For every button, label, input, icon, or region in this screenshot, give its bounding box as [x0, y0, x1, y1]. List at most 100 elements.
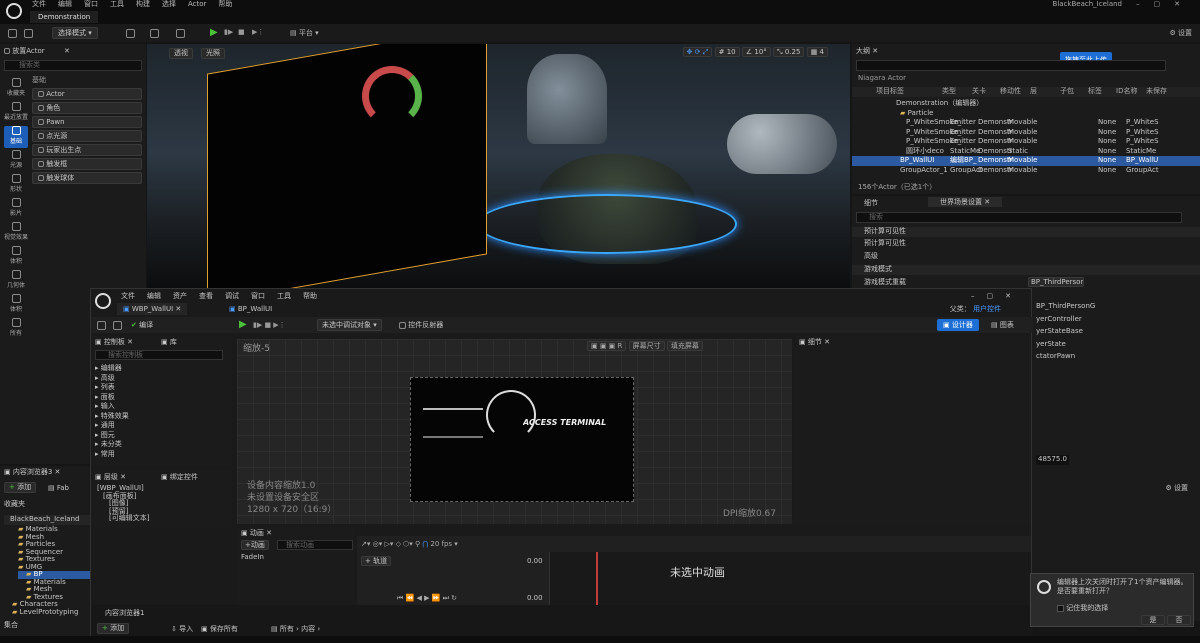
- remember-checkbox[interactable]: 记住我的选择: [1057, 603, 1108, 613]
- cb-add-button[interactable]: + 添加: [4, 482, 37, 493]
- umg-menu[interactable]: 文件 编辑 资产 查看 调试 窗口 工具 帮助: [121, 291, 329, 301]
- sidebar-recent[interactable]: 最近放置: [4, 102, 28, 124]
- window-controls[interactable]: –▢✕: [1136, 0, 1194, 8]
- play-button[interactable]: ▶: [210, 27, 218, 38]
- designer-canvas[interactable]: 缩放-5 ▣ ▣ ▣ R 屏幕尺寸 填充屏幕 ACCESS TERMINAL 设…: [237, 339, 792, 524]
- table-row[interactable]: P_WhiteSmoke_Emitter DemonstrMovable None P…: [852, 118, 1200, 128]
- actor-item[interactable]: 点光源: [32, 129, 142, 142]
- anim-tab[interactable]: ▣ 动画 ✕: [241, 528, 272, 538]
- save-icon[interactable]: [97, 321, 106, 330]
- library-tab[interactable]: ▣ 库: [161, 337, 177, 347]
- hierarchy-tab[interactable]: ▣ 层级 ✕: [95, 472, 126, 482]
- sidebar-lights[interactable]: 光源: [4, 150, 28, 172]
- actor-item[interactable]: 玩家出生点: [32, 143, 142, 156]
- no-button[interactable]: 否: [1167, 615, 1191, 625]
- section-header[interactable]: 预计算可见性: [852, 227, 1200, 237]
- play-options-icon[interactable]: ▶⋮: [252, 28, 264, 36]
- umg-play-controls[interactable]: ▮▶ ■ ▶⋮: [253, 320, 286, 330]
- sidebar-all[interactable]: 所有: [4, 318, 28, 340]
- browse-icon[interactable]: [113, 321, 122, 330]
- outliner-search[interactable]: [856, 60, 1166, 71]
- sub-row[interactable]: yerState: [1036, 340, 1096, 350]
- settings-button[interactable]: ⚙ 设置: [1169, 27, 1192, 39]
- viewport-tools[interactable]: ✥ ⟳ ⤢ # 10 ∠ 10° ⤡ 0.25 ▦ 4: [682, 47, 828, 59]
- playhead[interactable]: [596, 552, 598, 610]
- fab-button[interactable]: ▤ Fab: [48, 483, 69, 493]
- level-tab[interactable]: Demonstration: [30, 11, 99, 23]
- widget-reflector-button[interactable]: 控件反射器: [399, 320, 443, 330]
- sub-row[interactable]: yerController: [1036, 315, 1096, 325]
- actor-item[interactable]: 角色: [32, 101, 142, 114]
- folder-item[interactable]: ▰ LevelPrototyping: [12, 608, 90, 617]
- palette-category[interactable]: ▸ 常用: [95, 450, 223, 460]
- bind-widgets-tab[interactable]: ▣ 绑定控件: [161, 472, 198, 482]
- fps-dropdown[interactable]: 20 fps: [430, 540, 452, 548]
- debug-dropdown[interactable]: 未选中调试对象 ▾: [317, 319, 382, 331]
- palette-category[interactable]: ▸ 未分类: [95, 440, 223, 450]
- add-icon[interactable]: [126, 29, 135, 38]
- section-header[interactable]: 高级: [852, 252, 1200, 262]
- palette-category[interactable]: ▸ 高级: [95, 374, 223, 384]
- sub-row[interactable]: BP_ThirdPersonG: [1036, 302, 1096, 312]
- add-content-button[interactable]: + 添加: [97, 623, 130, 634]
- table-row[interactable]: 圆环小deco StaticMeDemonstrStatic None StaticM…: [852, 147, 1200, 157]
- sidebar-geometry[interactable]: 几何体: [4, 270, 28, 292]
- table-row[interactable]: Demonstration（编辑器）: [852, 99, 1200, 109]
- details-settings[interactable]: ⚙ 设置: [1165, 483, 1188, 493]
- sidebar-volumes-2[interactable]: 体积: [4, 294, 28, 316]
- timeline-area[interactable]: 未选中动画: [549, 552, 1031, 610]
- umg-details-tab[interactable]: ▣ 细节 ✕: [799, 337, 830, 347]
- world-settings-tab[interactable]: 世界场景设置 ✕: [928, 197, 1003, 207]
- sequencer-toolbar[interactable]: ↗▾ ◎▾ ▷▾ ◇ ⬡▾ ⚲ ⋂ 20 fps ▾: [361, 539, 458, 549]
- cinematic-icon[interactable]: [176, 29, 185, 38]
- actor-item[interactable]: 触发框: [32, 157, 142, 170]
- end-time-input[interactable]: 0.00: [527, 594, 543, 602]
- pause-button[interactable]: ▮▶: [224, 28, 233, 36]
- transport-controls[interactable]: ⏮ ⏪ ◀ ▶ ⏩ ⏭ ↻: [397, 593, 457, 603]
- content-browser-tab[interactable]: 内容浏览器1: [105, 608, 144, 618]
- palette-category[interactable]: ▸ 通用: [95, 421, 223, 431]
- designer-button[interactable]: ▣ 设计器: [937, 319, 979, 331]
- details-tab[interactable]: 细节: [864, 198, 878, 208]
- actor-item[interactable]: 触发球体: [32, 171, 142, 184]
- umg-window-controls[interactable]: –▢✕: [971, 291, 1023, 301]
- sidebar-cinematic[interactable]: 影片: [4, 198, 28, 220]
- palette-category[interactable]: ▸ 图元: [95, 431, 223, 441]
- sub-row[interactable]: ctatorPawn: [1036, 352, 1096, 362]
- add-animation-button[interactable]: +动画: [241, 540, 269, 550]
- gamemode-dropdown[interactable]: BP_ThirdPersonG: [1028, 277, 1084, 287]
- lit-button[interactable]: 光照: [201, 48, 225, 59]
- umg-tab-2[interactable]: ▣ BP_WallUI: [223, 303, 278, 315]
- table-row[interactable]: GroupActor_1 GroupActDemonstrMovable None G…: [852, 166, 1200, 176]
- graph-button[interactable]: ▤ 图表: [991, 320, 1014, 330]
- details-search[interactable]: 搜索: [856, 212, 1182, 223]
- widget-preview[interactable]: ACCESS TERMINAL: [410, 377, 634, 502]
- actor-item[interactable]: Actor: [32, 87, 142, 100]
- place-actors-search[interactable]: 搜索类: [4, 60, 142, 71]
- property-value[interactable]: 48575.0: [1036, 455, 1069, 465]
- platform-dropdown[interactable]: ▤ 平台 ▾: [290, 27, 319, 39]
- sidebar-vfx[interactable]: 视觉效果: [4, 222, 28, 244]
- sidebar-shapes[interactable]: 形状: [4, 174, 28, 196]
- unreal-logo-icon[interactable]: [6, 3, 22, 19]
- save-icon[interactable]: [8, 29, 17, 38]
- collections-section[interactable]: 集合: [4, 621, 18, 631]
- add-track-button[interactable]: + 轨道: [361, 556, 392, 566]
- section-header[interactable]: 游戏模式: [852, 265, 1200, 275]
- tree-item[interactable]: [可编辑文本]: [97, 514, 229, 523]
- palette-category[interactable]: ▸ 编辑器: [95, 364, 223, 374]
- palette-tab[interactable]: ▣ 控制板 ✕: [95, 337, 133, 347]
- palette-category[interactable]: ▸ 列表: [95, 383, 223, 393]
- close-icon[interactable]: ✕: [64, 46, 70, 56]
- import-button[interactable]: ⇩ 导入: [171, 624, 193, 634]
- table-row[interactable]: P_WhiteSmoke_Emitter DemonstrMovable None P…: [852, 137, 1200, 147]
- table-row[interactable]: ▰ Particle: [852, 109, 1200, 119]
- content-path[interactable]: ▤ 所有 › 内容 ›: [271, 624, 320, 634]
- stop-button[interactable]: ■: [238, 28, 245, 36]
- main-menu[interactable]: 文件 编辑 窗口 工具 构建 选择 Actor 帮助: [32, 0, 244, 9]
- table-row[interactable]: P_WhiteSmoke_Emitter DemonstrMovable None P…: [852, 128, 1200, 138]
- palette-category[interactable]: ▸ 面板: [95, 393, 223, 403]
- table-row-selected[interactable]: BP_WallUI 编辑BP_DemonstrMovable None BP_Wall…: [852, 156, 1200, 166]
- compile-button[interactable]: ✔ 编译: [131, 320, 153, 330]
- blueprint-icon[interactable]: [150, 29, 159, 38]
